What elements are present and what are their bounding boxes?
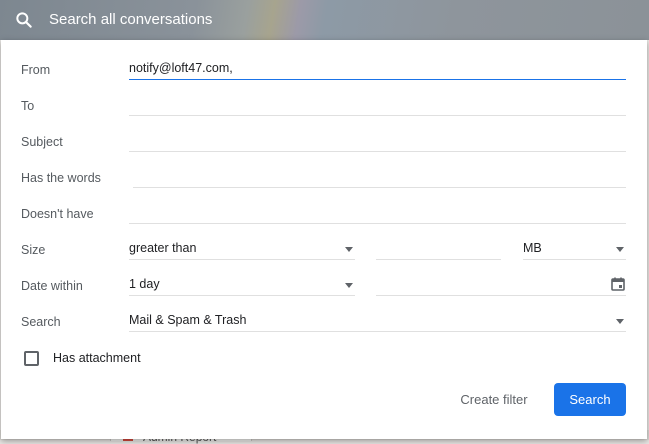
from-field[interactable]: notify@loft47.com, <box>129 57 626 80</box>
search-in-select[interactable]: Mail & Spam & Trash <box>129 309 626 332</box>
chevron-down-icon <box>345 247 353 252</box>
date-within-select[interactable]: 1 day <box>129 273 355 296</box>
has-attachment-checkbox[interactable] <box>24 351 39 366</box>
size-operator-value: greater than <box>129 241 197 255</box>
chevron-down-icon <box>345 283 353 288</box>
search-in-label: Search <box>21 315 61 329</box>
search-button[interactable]: Search <box>554 383 626 416</box>
has-words-label: Has the words <box>21 171 101 185</box>
search-input[interactable]: Search all conversations <box>49 11 212 28</box>
from-label: From <box>21 63 51 77</box>
date-field[interactable] <box>376 273 626 296</box>
subject-field[interactable] <box>129 129 626 152</box>
doesnt-have-field[interactable] <box>129 201 626 224</box>
subject-label: Subject <box>21 135 63 149</box>
search-icon[interactable] <box>14 10 34 30</box>
create-filter-button[interactable]: Create filter <box>449 383 539 416</box>
size-label: Size <box>21 243 46 257</box>
to-field[interactable] <box>129 93 626 116</box>
has-attachment-label[interactable]: Has attachment <box>53 351 141 365</box>
calendar-icon[interactable] <box>610 276 626 292</box>
size-value-field[interactable] <box>376 237 501 260</box>
has-words-field[interactable] <box>133 165 626 188</box>
to-label: To <box>21 99 35 113</box>
doesnt-have-label: Doesn't have <box>21 207 94 221</box>
date-within-label: Date within <box>21 279 83 293</box>
advanced-search-panel: From notify@loft47.com, To Subject Has t… <box>1 40 647 439</box>
search-bar[interactable]: Search all conversations <box>0 0 649 40</box>
search-in-value: Mail & Spam & Trash <box>129 313 247 327</box>
date-within-value: 1 day <box>129 277 160 291</box>
chevron-down-icon <box>616 319 624 324</box>
from-value: notify@loft47.com, <box>129 61 233 75</box>
chevron-down-icon <box>616 247 624 252</box>
size-unit-select[interactable]: MB <box>523 237 626 260</box>
size-operator-select[interactable]: greater than <box>129 237 355 260</box>
size-unit-value: MB <box>523 241 542 255</box>
